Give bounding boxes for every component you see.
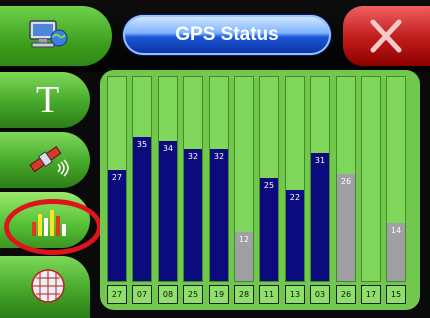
sidebar-item-sky-map[interactable]	[0, 256, 90, 318]
computer-globe-icon	[29, 20, 68, 48]
satellite-prn-label: 08	[158, 285, 178, 304]
globe-map-icon	[31, 269, 65, 303]
bar-chart-icon	[32, 210, 66, 236]
signal-value-label: 27	[111, 173, 123, 182]
satellite-prn-label: 19	[209, 285, 229, 304]
satellite-prn-label: 11	[259, 285, 279, 304]
signal-value-label: 22	[289, 193, 301, 202]
signal-bar: 26	[336, 76, 356, 282]
satellite-icon	[29, 146, 69, 177]
text-t-icon: T	[36, 79, 60, 121]
satellite-prn-label: 25	[183, 285, 203, 304]
signal-bar-fill: 12	[235, 232, 253, 281]
signal-bar-fill: 32	[184, 149, 202, 281]
signal-bar: 25	[259, 76, 279, 282]
signal-value-label: 32	[213, 152, 225, 161]
signal-bar-fill: 32	[210, 149, 228, 281]
signal-value-label: 25	[263, 181, 275, 190]
signal-bar: 12	[234, 76, 254, 282]
home-button[interactable]	[0, 6, 112, 66]
sidebar-item-signal-chart[interactable]	[0, 192, 90, 248]
header-bar: GPS Status	[0, 0, 430, 72]
signal-bar	[361, 76, 381, 282]
signal-bar: 27	[107, 76, 127, 282]
satellite-prn-label: 07	[132, 285, 152, 304]
signal-strength-chart: 27 27 35 07 34 08 32 25 32 19 12 28 25 11 22 13 31 03 26 26…	[100, 70, 420, 310]
signal-bar: 32	[183, 76, 203, 282]
signal-bar: 22	[285, 76, 305, 282]
signal-bar: 34	[158, 76, 178, 282]
signal-value-label: 34	[162, 144, 174, 153]
satellite-prn-label: 15	[386, 285, 406, 304]
close-button[interactable]	[343, 6, 430, 66]
signal-bar: 31	[310, 76, 330, 282]
signal-bar-fill: 27	[108, 170, 126, 281]
signal-bar-fill: 22	[286, 190, 304, 281]
signal-bar-fill: 25	[260, 178, 278, 281]
satellite-prn-label: 26	[336, 285, 356, 304]
signal-bar: 14	[386, 76, 406, 282]
sidebar-item-text[interactable]: T	[0, 72, 90, 128]
satellite-prn-label: 28	[234, 285, 254, 304]
page-title: GPS Status	[123, 15, 331, 55]
signal-bar-fill: 31	[311, 153, 329, 281]
signal-bar-fill: 14	[387, 223, 405, 281]
satellite-prn-label: 13	[285, 285, 305, 304]
sidebar-item-satellite[interactable]	[0, 132, 90, 188]
signal-value-label: 14	[390, 226, 402, 235]
bars-container: 27 27 35 07 34 08 32 25 32 19 12 28 25 11 22 13 31 03 26 26…	[100, 70, 420, 310]
satellite-prn-label: 03	[310, 285, 330, 304]
signal-bar: 32	[209, 76, 229, 282]
gps-status-screen: GPS Status T 27 27 35 07 34 08 32 25 32 …	[0, 0, 430, 318]
signal-value-label: 32	[187, 152, 199, 161]
satellite-prn-label: 27	[107, 285, 127, 304]
signal-bar-fill: 26	[337, 174, 355, 281]
signal-value-label: 31	[314, 156, 326, 165]
close-icon	[370, 19, 402, 53]
signal-bar-fill: 34	[159, 141, 177, 281]
signal-bar: 35	[132, 76, 152, 282]
signal-value-label: 12	[238, 235, 250, 244]
signal-bar-fill: 35	[133, 137, 151, 281]
signal-value-label: 35	[136, 140, 148, 149]
satellite-prn-label: 17	[361, 285, 381, 304]
signal-value-label: 26	[340, 177, 352, 186]
